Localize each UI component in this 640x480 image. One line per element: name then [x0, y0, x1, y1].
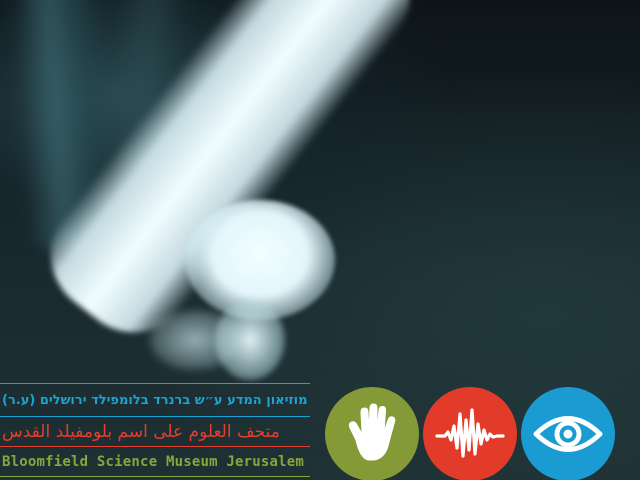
divider-line [0, 446, 310, 447]
light-glow [150, 310, 240, 370]
museum-logo-bar: מוזיאון המדע ע״ש ברנרד בלומפילד ירושלים … [0, 380, 640, 480]
museum-name-block: מוזיאון המדע ע״ש ברנרד בלומפילד ירושלים … [0, 380, 310, 480]
sight-badge [521, 387, 615, 480]
divider-line [0, 476, 310, 477]
divider-line [0, 383, 310, 384]
touch-badge [325, 387, 419, 480]
hand-icon [348, 403, 396, 461]
video-frame: מוזיאון המדע ע״ש ברנרד בלומפילד ירושלים … [0, 0, 640, 480]
hearing-badge [423, 387, 517, 480]
museum-name-hebrew: מוזיאון המדע ע״ש ברנרד בלומפילד ירושלים … [2, 392, 308, 408]
divider-line [0, 416, 310, 417]
eye-icon [533, 416, 603, 452]
sound-wave-icon [435, 408, 505, 458]
museum-name-english: Bloomfield Science Museum Jerusalem [2, 454, 305, 470]
museum-name-arabic: متحف العلوم على اسم بلومفيلد القدس [2, 422, 280, 442]
